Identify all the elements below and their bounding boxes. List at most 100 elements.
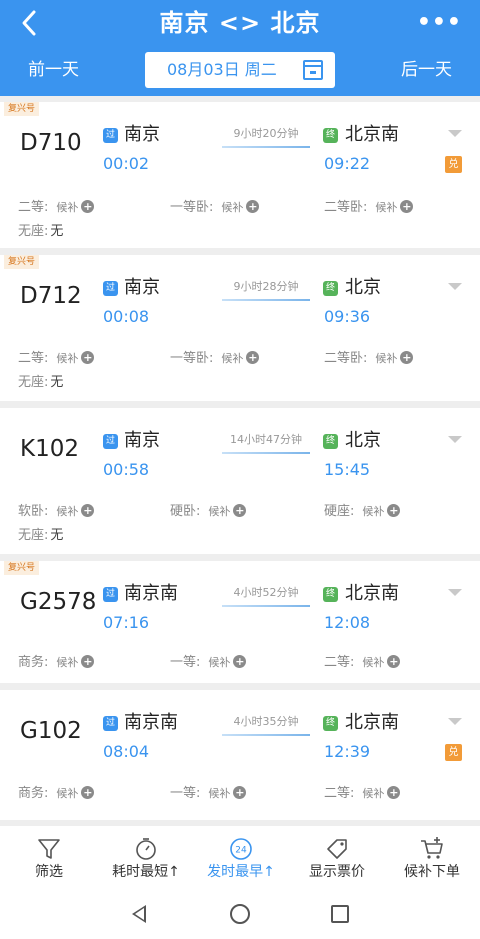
seat-type[interactable]: 硬座: 候补 + (324, 502, 401, 522)
seat-type[interactable]: 硬卧: 候补 + (170, 502, 247, 522)
seat-label: 一等: (170, 786, 201, 801)
add-waitlist-icon[interactable]: + (81, 351, 95, 364)
add-waitlist-icon[interactable]: + (387, 655, 401, 668)
arrival-time: 09:22 (324, 154, 371, 173)
seat-type[interactable]: 软卧: 候补 + (18, 502, 95, 522)
seat-value: 候补 (208, 505, 231, 518)
seat-type[interactable]: 二等: 候补 + (18, 349, 95, 369)
add-waitlist-icon[interactable]: + (233, 504, 247, 517)
add-waitlist-icon[interactable]: + (246, 351, 260, 364)
seat-value: 候补 (221, 201, 244, 214)
timer-icon (136, 838, 156, 860)
pass-station-tag: 过 (103, 434, 118, 449)
seat-type[interactable]: 二等: 候补 + (18, 198, 95, 218)
expand-chevron-icon[interactable] (448, 589, 462, 596)
pass-station-tag: 过 (103, 716, 118, 731)
more-button[interactable]: ••• (417, 8, 462, 38)
seat-value: 候补 (208, 656, 231, 669)
seat-type[interactable]: 一等: 候补 + (170, 653, 247, 673)
sort-departure-label: 发时最早↑ (207, 864, 275, 880)
waitlist-order-button[interactable]: 候补下单 (392, 826, 472, 888)
seat-value: 候补 (56, 201, 79, 214)
sort-departure-button[interactable]: 24 发时最早↑ (195, 826, 287, 888)
seat-label: 硬卧: (170, 504, 201, 519)
clock-24-icon: 24 (230, 838, 252, 860)
seat-type[interactable]: 二等: 候补 + (324, 653, 401, 673)
seat-type[interactable]: 一等: 候补 + (170, 784, 247, 804)
from-station: 南京 (124, 430, 160, 451)
to-station: 北京南 (345, 712, 399, 733)
seat-type[interactable]: 一等卧: 候补 + (170, 198, 260, 218)
arrival-time: 15:45 (324, 460, 371, 479)
add-waitlist-icon[interactable]: + (81, 786, 95, 799)
train-card[interactable]: 复兴号 D710 过 南京 00:02 9小时20分钟 终 北京南 09:22 … (0, 102, 480, 248)
seat-type[interactable]: 一等卧: 候补 + (170, 349, 260, 369)
add-waitlist-icon[interactable]: + (387, 786, 401, 799)
train-card[interactable]: G102 过 南京南 08:04 4小时35分钟 终 北京南 12:39 兑 商… (0, 690, 480, 820)
add-waitlist-icon[interactable]: + (81, 504, 95, 517)
seat-label: 二等: (324, 786, 355, 801)
add-waitlist-icon[interactable]: + (400, 200, 414, 213)
nav-back-icon[interactable] (132, 905, 146, 923)
to-station: 北京 (345, 430, 381, 451)
to-station: 北京 (345, 277, 381, 298)
add-waitlist-icon[interactable]: + (387, 504, 401, 517)
seat-type[interactable]: 商务: 候补 + (18, 653, 95, 673)
seat-type[interactable]: 二等卧: 候补 + (324, 349, 414, 369)
show-price-button[interactable]: 显示票价 (295, 826, 379, 888)
seat-value: 候补 (375, 352, 398, 365)
from-station: 南京 (124, 277, 160, 298)
fuxing-badge: 复兴号 (4, 561, 40, 575)
filter-button[interactable]: 筛选 (14, 826, 84, 888)
pass-station-tag: 过 (103, 281, 118, 296)
duration: 14小时47分钟 (230, 433, 302, 446)
arrival-time: 12:08 (324, 613, 371, 632)
prev-day-button[interactable]: 前一天 (28, 58, 79, 82)
add-waitlist-icon[interactable]: + (81, 200, 95, 213)
add-waitlist-icon[interactable]: + (246, 200, 260, 213)
nav-recent-icon[interactable] (331, 905, 349, 923)
seat-label: 无座: (18, 224, 49, 239)
seat-type[interactable]: 二等卧: 候补 + (324, 198, 414, 218)
train-card[interactable]: 复兴号 D712 过 南京 00:08 9小时28分钟 终 北京 09:36 二… (0, 255, 480, 401)
calendar-icon (303, 60, 323, 80)
add-waitlist-icon[interactable]: + (233, 786, 247, 799)
seat-type[interactable]: 二等: 候补 + (324, 784, 401, 804)
train-card[interactable]: K102 过 南京 00:58 14小时47分钟 终 北京 15:45 软卧: 候… (0, 408, 480, 554)
expand-chevron-icon[interactable] (448, 130, 462, 137)
seat-label: 一等: (170, 655, 201, 670)
seat-type: 无座: 无 (18, 222, 63, 242)
duration-line (222, 734, 310, 736)
seat-label: 一等卧: (170, 351, 214, 366)
add-waitlist-icon[interactable]: + (400, 351, 414, 364)
expand-chevron-icon[interactable] (448, 436, 462, 443)
expand-chevron-icon[interactable] (448, 718, 462, 725)
to-station: 北京南 (345, 124, 399, 145)
nav-home-icon[interactable] (230, 904, 250, 924)
departure-time: 00:02 (103, 154, 150, 173)
duration-line (222, 146, 310, 148)
pass-station-tag: 过 (103, 587, 118, 602)
seat-value: 候补 (362, 787, 385, 800)
add-waitlist-icon[interactable]: + (233, 655, 247, 668)
departure-time: 07:16 (103, 613, 150, 632)
pass-station-tag: 过 (103, 128, 118, 143)
seat-type[interactable]: 商务: 候补 + (18, 784, 95, 804)
cart-plus-icon (421, 837, 443, 859)
seat-label: 二等: (324, 655, 355, 670)
seat-value: 候补 (56, 352, 79, 365)
add-waitlist-icon[interactable]: + (81, 655, 95, 668)
seat-value: 候补 (375, 201, 398, 214)
terminal-station-tag: 终 (323, 434, 338, 449)
train-card[interactable]: 复兴号 G2578 过 南京南 07:16 4小时52分钟 终 北京南 12:0… (0, 561, 480, 683)
departure-time: 08:04 (103, 742, 150, 761)
train-number: K102 (20, 436, 79, 462)
system-nav-bar (0, 888, 480, 939)
duration-line (222, 452, 310, 454)
sort-duration-button[interactable]: 耗时最短↑ (100, 826, 192, 888)
train-number: G102 (20, 718, 82, 744)
expand-chevron-icon[interactable] (448, 283, 462, 290)
next-day-button[interactable]: 后一天 (401, 58, 452, 82)
from-station: 南京南 (124, 583, 178, 604)
date-picker[interactable]: 08月03日 周二 (145, 52, 335, 88)
